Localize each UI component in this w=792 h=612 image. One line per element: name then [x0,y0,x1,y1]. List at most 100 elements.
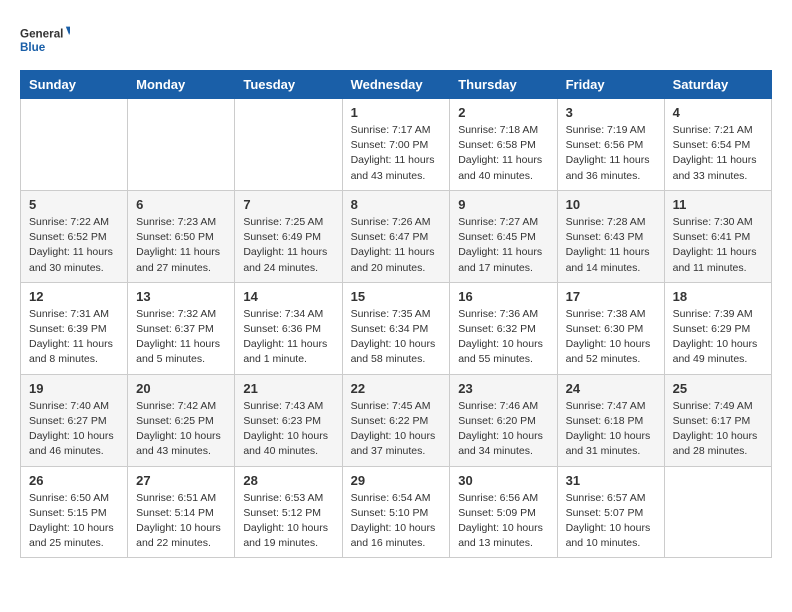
calendar-cell: 13Sunrise: 7:32 AM Sunset: 6:37 PM Dayli… [128,282,235,374]
day-number: 8 [351,197,442,212]
day-number: 19 [29,381,119,396]
calendar-table: SundayMondayTuesdayWednesdayThursdayFrid… [20,70,772,558]
day-number: 23 [458,381,548,396]
day-info: Sunrise: 7:17 AM Sunset: 7:00 PM Dayligh… [351,123,442,184]
calendar-header-row: SundayMondayTuesdayWednesdayThursdayFrid… [21,71,772,99]
day-number: 7 [243,197,333,212]
day-info: Sunrise: 6:54 AM Sunset: 5:10 PM Dayligh… [351,491,442,552]
day-number: 29 [351,473,442,488]
day-info: Sunrise: 7:28 AM Sunset: 6:43 PM Dayligh… [566,215,656,276]
calendar-cell [664,466,771,558]
day-number: 14 [243,289,333,304]
day-number: 20 [136,381,226,396]
calendar-cell: 29 Sunrise: 6:54 AM Sunset: 5:10 PM Dayli… [342,466,450,558]
calendar-cell: 26 Sunrise: 6:50 AM Sunset: 5:15 PM Dayli… [21,466,128,558]
calendar-cell: 7Sunrise: 7:25 AM Sunset: 6:49 PM Daylig… [235,190,342,282]
svg-text:General: General [20,28,63,41]
day-info: Sunrise: 7:47 AM Sunset: 6:18 PM Dayligh… [566,399,656,460]
calendar-cell: 28 Sunrise: 6:53 AM Sunset: 5:12 PM Dayli… [235,466,342,558]
day-number: 16 [458,289,548,304]
calendar-cell: 14 Sunrise: 7:34 AM Sunset: 6:36 PM Dayli… [235,282,342,374]
calendar-cell: 25Sunrise: 7:49 AM Sunset: 6:17 PM Dayli… [664,374,771,466]
day-info: Sunrise: 7:19 AM Sunset: 6:56 PM Dayligh… [566,123,656,184]
calendar-week-row: 12Sunrise: 7:31 AM Sunset: 6:39 PM Dayli… [21,282,772,374]
day-number: 31 [566,473,656,488]
day-info: Sunrise: 7:18 AM Sunset: 6:58 PM Dayligh… [458,123,548,184]
day-info: Sunrise: 6:50 AM Sunset: 5:15 PM Dayligh… [29,491,119,552]
day-number: 22 [351,381,442,396]
weekday-header: Tuesday [235,71,342,99]
calendar-cell: 19 Sunrise: 7:40 AM Sunset: 6:27 PM Dayli… [21,374,128,466]
logo: General Blue [20,20,70,60]
svg-text:Blue: Blue [20,41,46,54]
calendar-cell: 12Sunrise: 7:31 AM Sunset: 6:39 PM Dayli… [21,282,128,374]
calendar-cell: 30 Sunrise: 6:56 AM Sunset: 5:09 PM Dayli… [450,466,557,558]
day-info: Sunrise: 7:27 AM Sunset: 6:45 PM Dayligh… [458,215,548,276]
day-info: Sunrise: 7:40 AM Sunset: 6:27 PM Dayligh… [29,399,119,460]
calendar-cell [235,99,342,191]
calendar-cell: 18 Sunrise: 7:39 AM Sunset: 6:29 PM Dayli… [664,282,771,374]
calendar-cell: 23 Sunrise: 7:46 AM Sunset: 6:20 PM Dayli… [450,374,557,466]
day-info: Sunrise: 7:35 AM Sunset: 6:34 PM Dayligh… [351,307,442,368]
weekday-header: Sunday [21,71,128,99]
calendar-cell: 9 Sunrise: 7:27 AM Sunset: 6:45 PM Daylig… [450,190,557,282]
page-header: General Blue [20,20,772,60]
weekday-header: Saturday [664,71,771,99]
logo-svg: General Blue [20,20,70,60]
day-number: 4 [673,105,763,120]
day-number: 18 [673,289,763,304]
calendar-cell: 3Sunrise: 7:19 AM Sunset: 6:56 PM Daylig… [557,99,664,191]
calendar-cell [21,99,128,191]
weekday-header: Friday [557,71,664,99]
day-number: 28 [243,473,333,488]
day-number: 13 [136,289,226,304]
calendar-week-row: 19 Sunrise: 7:40 AM Sunset: 6:27 PM Dayli… [21,374,772,466]
day-info: Sunrise: 6:53 AM Sunset: 5:12 PM Dayligh… [243,491,333,552]
day-number: 21 [243,381,333,396]
day-info: Sunrise: 7:38 AM Sunset: 6:30 PM Dayligh… [566,307,656,368]
day-number: 17 [566,289,656,304]
calendar-week-row: 1 Sunrise: 7:17 AM Sunset: 7:00 PM Daylig… [21,99,772,191]
calendar-cell: 1 Sunrise: 7:17 AM Sunset: 7:00 PM Daylig… [342,99,450,191]
calendar-cell: 20 Sunrise: 7:42 AM Sunset: 6:25 PM Dayli… [128,374,235,466]
calendar-cell: 16 Sunrise: 7:36 AM Sunset: 6:32 PM Dayli… [450,282,557,374]
calendar-cell: 6 Sunrise: 7:23 AM Sunset: 6:50 PM Daylig… [128,190,235,282]
calendar-cell: 8 Sunrise: 7:26 AM Sunset: 6:47 PM Daylig… [342,190,450,282]
day-number: 11 [673,197,763,212]
day-number: 5 [29,197,119,212]
day-info: Sunrise: 7:34 AM Sunset: 6:36 PM Dayligh… [243,307,333,368]
calendar-cell [128,99,235,191]
day-number: 15 [351,289,442,304]
weekday-header: Wednesday [342,71,450,99]
day-info: Sunrise: 7:42 AM Sunset: 6:25 PM Dayligh… [136,399,226,460]
calendar-cell: 31 Sunrise: 6:57 AM Sunset: 5:07 PM Dayli… [557,466,664,558]
day-info: Sunrise: 7:49 AM Sunset: 6:17 PM Dayligh… [673,399,763,460]
calendar-cell: 21Sunrise: 7:43 AM Sunset: 6:23 PM Dayli… [235,374,342,466]
day-info: Sunrise: 7:21 AM Sunset: 6:54 PM Dayligh… [673,123,763,184]
day-number: 30 [458,473,548,488]
day-number: 1 [351,105,442,120]
day-number: 6 [136,197,226,212]
day-number: 9 [458,197,548,212]
day-info: Sunrise: 7:36 AM Sunset: 6:32 PM Dayligh… [458,307,548,368]
day-info: Sunrise: 7:22 AM Sunset: 6:52 PM Dayligh… [29,215,119,276]
calendar-cell: 22 Sunrise: 7:45 AM Sunset: 6:22 PM Dayli… [342,374,450,466]
calendar-week-row: 26 Sunrise: 6:50 AM Sunset: 5:15 PM Dayli… [21,466,772,558]
weekday-header: Monday [128,71,235,99]
day-number: 26 [29,473,119,488]
day-number: 27 [136,473,226,488]
day-info: Sunrise: 7:26 AM Sunset: 6:47 PM Dayligh… [351,215,442,276]
day-number: 24 [566,381,656,396]
day-info: Sunrise: 7:30 AM Sunset: 6:41 PM Dayligh… [673,215,763,276]
day-info: Sunrise: 7:23 AM Sunset: 6:50 PM Dayligh… [136,215,226,276]
calendar-cell: 5 Sunrise: 7:22 AM Sunset: 6:52 PM Daylig… [21,190,128,282]
day-info: Sunrise: 6:56 AM Sunset: 5:09 PM Dayligh… [458,491,548,552]
day-info: Sunrise: 7:31 AM Sunset: 6:39 PM Dayligh… [29,307,119,368]
day-info: Sunrise: 6:57 AM Sunset: 5:07 PM Dayligh… [566,491,656,552]
day-info: Sunrise: 7:46 AM Sunset: 6:20 PM Dayligh… [458,399,548,460]
calendar-week-row: 5 Sunrise: 7:22 AM Sunset: 6:52 PM Daylig… [21,190,772,282]
calendar-cell: 27Sunrise: 6:51 AM Sunset: 5:14 PM Dayli… [128,466,235,558]
day-info: Sunrise: 7:39 AM Sunset: 6:29 PM Dayligh… [673,307,763,368]
day-info: Sunrise: 7:45 AM Sunset: 6:22 PM Dayligh… [351,399,442,460]
day-number: 10 [566,197,656,212]
